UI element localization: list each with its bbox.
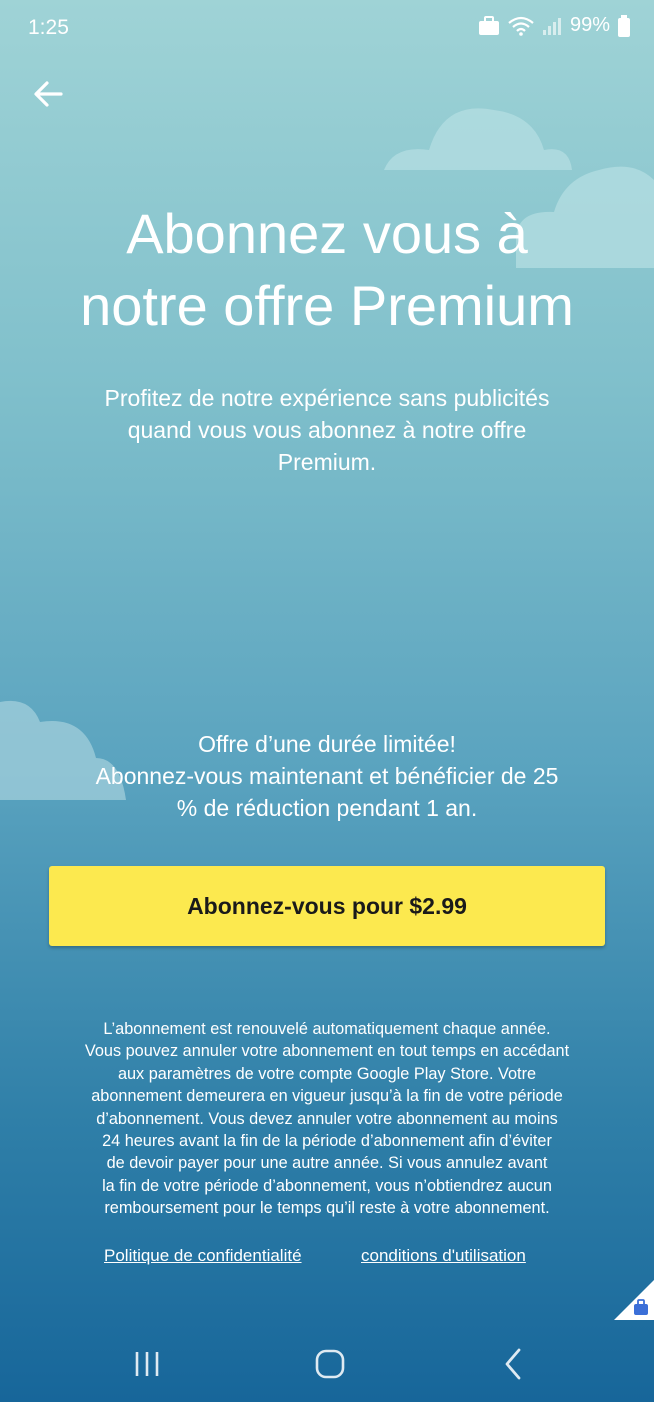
- battery-percent: 99%: [569, 14, 610, 36]
- offer-line: Abonnez-vous maintenant et bénéficier de…: [95, 763, 559, 789]
- legal-line: 24 heures avant la fin de la période d’a…: [102, 1132, 552, 1151]
- wifi-icon: [508, 16, 534, 36]
- subtitle-line: Profitez de notre expérience sans public…: [104, 385, 550, 411]
- title-line: notre offre Premium: [80, 274, 574, 337]
- limited-offer-text: Offre d’une durée limitée! Abonnez-vous …: [30, 728, 624, 824]
- terms-of-use-link[interactable]: conditions d'utilisation: [361, 1246, 526, 1266]
- briefcase-icon: [478, 15, 499, 35]
- legal-text: L’abonnement est renouvelé automatiqueme…: [40, 1018, 614, 1220]
- page-title: Abonnez vous à notre offre Premium: [0, 198, 654, 342]
- legal-line: aux paramètres de votre compte Google Pl…: [117, 1064, 537, 1083]
- status-icons: 99%: [478, 14, 630, 37]
- title-line: Abonnez vous à: [126, 202, 528, 265]
- privacy-policy-link[interactable]: Politique de confidentialité: [104, 1246, 302, 1266]
- recents-button[interactable]: [127, 1344, 167, 1384]
- status-bar: 1:25 99%: [0, 0, 654, 56]
- subtitle-line: Premium.: [277, 449, 377, 475]
- offer-line: Offre d’une durée limitée!: [198, 731, 456, 757]
- status-time: 1:25: [28, 16, 69, 39]
- arrow-left-icon: [34, 81, 63, 107]
- subtitle: Profitez de notre expérience sans public…: [40, 382, 614, 478]
- legal-line: de devoir payer pour une autre année. Si…: [106, 1154, 548, 1173]
- home-icon: [315, 1349, 345, 1379]
- briefcase-badge-icon[interactable]: [614, 1280, 654, 1320]
- subtitle-line: quand vous vous abonnez à notre offre: [127, 417, 527, 443]
- chevron-left-icon: [505, 1348, 521, 1380]
- battery-icon: [618, 14, 630, 37]
- legal-line: Vous pouvez annuler votre abonnement en …: [84, 1042, 570, 1061]
- system-back-button[interactable]: [494, 1344, 534, 1384]
- back-button[interactable]: [28, 74, 68, 114]
- offer-line: % de réduction pendant 1 an.: [176, 795, 478, 821]
- legal-line: d’abonnement. Vous devez annuler votre a…: [96, 1109, 558, 1128]
- legal-line: L’abonnement est renouvelé automatiqueme…: [103, 1020, 551, 1038]
- legal-line: abonnement demeurera en vigueur jusqu’à …: [91, 1087, 563, 1106]
- subscribe-button[interactable]: Abonnez-vous pour $2.99: [49, 866, 605, 946]
- home-button[interactable]: [310, 1344, 350, 1384]
- system-nav-bar: [0, 1320, 654, 1402]
- legal-line: la fin de votre période d’abonnement, vo…: [102, 1176, 552, 1195]
- recents-icon: [135, 1352, 159, 1376]
- legal-line: remboursement pour le temps qu’il reste …: [104, 1199, 550, 1218]
- signal-icon: [542, 17, 561, 35]
